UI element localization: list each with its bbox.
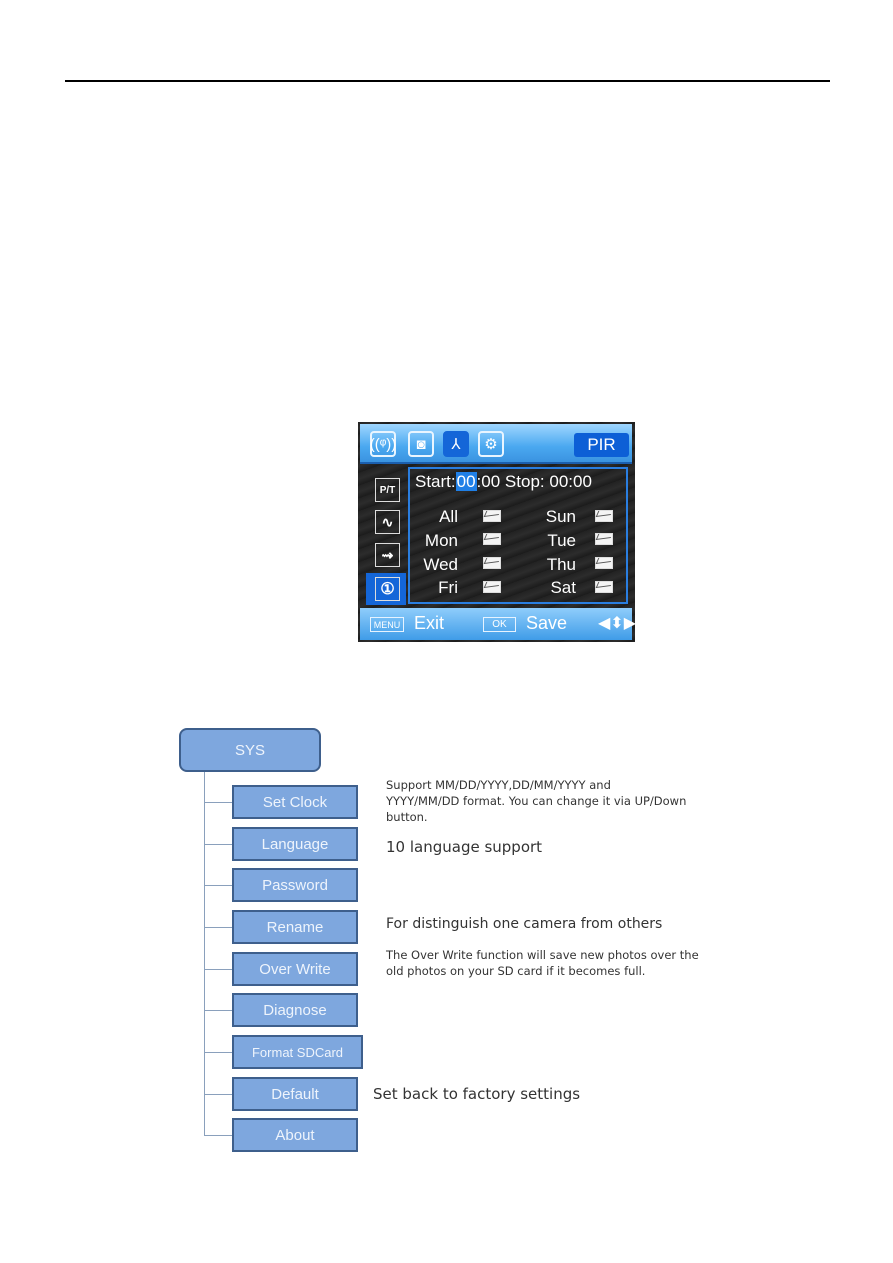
tree-node-format-sdcard: Format SDCard: [232, 1035, 363, 1069]
tree-node-default: Default: [232, 1077, 358, 1111]
desc-line: Support MM/DD/YYYY,DD/MM/YYYY and: [386, 778, 611, 792]
motion-arrows-icon[interactable]: ⇝: [375, 543, 400, 567]
day-checkbox-sat[interactable]: [595, 581, 613, 593]
day-label-tue: Tue: [547, 531, 576, 550]
tree-node-over-write: Over Write: [232, 952, 358, 986]
desc-language: 10 language support: [386, 838, 543, 856]
header-rule: [65, 80, 830, 82]
tree-node-password: Password: [232, 868, 358, 902]
exit-label: Exit: [414, 613, 445, 633]
day-checkbox-tue[interactable]: [595, 533, 613, 545]
menu-key[interactable]: MENU: [370, 617, 404, 632]
tree-trunk-line: [204, 772, 205, 1136]
ok-key[interactable]: OK: [483, 617, 516, 632]
day-checkbox-thu[interactable]: [595, 557, 613, 569]
wireless-icon[interactable]: ((ᵠ)): [370, 431, 396, 457]
start-label: Start:: [415, 472, 456, 491]
tree-branch-line: [204, 927, 232, 928]
tree-node-about: About: [232, 1118, 358, 1152]
tree-node-set-clock: Set Clock: [232, 785, 358, 819]
camera-icon[interactable]: ◙: [408, 431, 434, 457]
camera-screen: ((ᵠ)) ◙ ⅄ ⚙ PIR P/T ∿ ⇝ ① Start:00:00 St…: [358, 422, 635, 642]
tree-branch-line: [204, 1135, 232, 1136]
desc-set-clock: Support MM/DD/YYYY,DD/MM/YYYY and YYYY/M…: [386, 777, 686, 825]
tree-node-rename: Rename: [232, 910, 358, 944]
desc-line: button.: [386, 810, 428, 824]
day-label-thu: Thu: [546, 555, 576, 574]
stop-label: Stop:: [504, 472, 545, 491]
pir-timer-icon[interactable]: P/T: [375, 478, 400, 502]
day-label-mon: Mon: [424, 531, 458, 550]
mode-label: PIR: [574, 433, 629, 457]
bottom-bar: MENU Exit OK Save ◀⬍▶: [360, 608, 635, 640]
tree-branch-line: [204, 885, 232, 886]
desc-line: The Over Write function will save new ph…: [386, 948, 699, 962]
tree-branch-line: [204, 1052, 232, 1053]
stop-hour-field[interactable]: 00: [549, 472, 568, 491]
tree-branch-line: [204, 844, 232, 845]
desc-line: YYYY/MM/DD format. You can change it via…: [386, 794, 687, 808]
tree-branch-line: [204, 802, 232, 803]
day-checkbox-mon[interactable]: [483, 533, 501, 545]
tree-node-diagnose: Diagnose: [232, 993, 358, 1027]
navigation-arrows-icon: ◀⬍▶: [598, 615, 635, 632]
top-tab-bar: ((ᵠ)) ◙ ⅄ ⚙ PIR: [360, 424, 632, 464]
desc-over-write: The Over Write function will save new ph…: [386, 947, 699, 979]
tree-root-sys: SYS: [179, 728, 321, 772]
day-label-all: All: [439, 507, 458, 526]
timer-schedule-icon[interactable]: ①: [375, 577, 400, 601]
save-label: Save: [526, 613, 568, 633]
day-label-wed: Wed: [423, 555, 458, 574]
pulse-icon[interactable]: ∿: [375, 510, 400, 534]
start-hour-field[interactable]: 00: [455, 472, 477, 491]
day-label-sun: Sun: [545, 507, 576, 526]
day-label-fri: Fri: [438, 578, 458, 597]
tree-branch-line: [204, 969, 232, 970]
tree-node-language: Language: [232, 827, 358, 861]
tree-branch-line: [204, 1094, 232, 1095]
desc-default: Set back to factory settings: [373, 1085, 581, 1103]
day-checkbox-all[interactable]: [483, 510, 501, 522]
desc-line: old photos on your SD card if it becomes…: [386, 964, 646, 978]
day-checkbox-wed[interactable]: [483, 557, 501, 569]
gear-icon[interactable]: ⚙: [478, 431, 504, 457]
day-label-sat: Sat: [550, 578, 576, 597]
time-row: Start:00:00 Stop: 00:00: [415, 472, 592, 492]
day-checkbox-fri[interactable]: [483, 581, 501, 593]
tree-branch-line: [204, 1010, 232, 1011]
start-minute-field[interactable]: :00: [477, 472, 501, 491]
day-checkbox-sun[interactable]: [595, 510, 613, 522]
stop-minute-field[interactable]: :00: [568, 472, 592, 491]
desc-rename: For distinguish one camera from others: [386, 916, 663, 932]
antenna-tripod-icon[interactable]: ⅄: [443, 431, 469, 457]
